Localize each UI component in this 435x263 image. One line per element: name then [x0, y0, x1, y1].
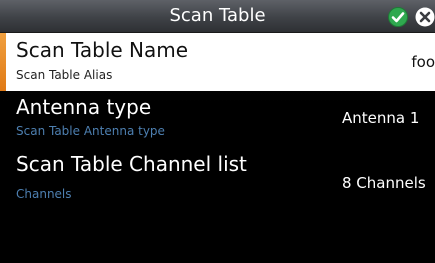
row-antenna-type[interactable]: Antenna type Scan Table Antenna type Ant…: [0, 93, 435, 147]
check-icon: [388, 7, 408, 27]
close-button[interactable]: [414, 7, 435, 27]
row-sublabel: Scan Table Antenna type: [16, 124, 165, 138]
close-icon: [415, 7, 435, 27]
page-title: Scan Table: [169, 5, 266, 26]
selection-marker: [0, 33, 6, 91]
row-value: Antenna 1: [342, 109, 420, 127]
scan-table-screen: Scan Table Scan Table Name Scan Table Al…: [0, 0, 435, 263]
row-sublabel: Channels: [16, 187, 72, 201]
title-bar: Scan Table: [0, 0, 435, 33]
row-sublabel: Scan Table Alias: [16, 68, 113, 82]
row-scan-table-name[interactable]: Scan Table Name Scan Table Alias foo: [0, 33, 435, 91]
confirm-button[interactable]: [388, 7, 408, 27]
row-label: Antenna type: [16, 95, 152, 119]
row-value: 8 Channels: [342, 174, 426, 192]
row-label: Scan Table Channel list: [16, 152, 247, 176]
row-channel-list[interactable]: Scan Table Channel list Channels 8 Chann…: [0, 150, 435, 210]
row-label: Scan Table Name: [16, 38, 189, 62]
row-value: foo: [411, 53, 435, 71]
